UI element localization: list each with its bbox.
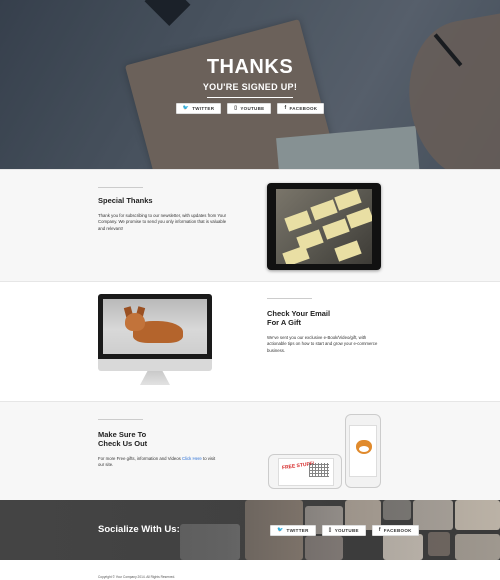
email-gift-title-line1: Check Your Email bbox=[267, 309, 331, 318]
facebook-icon: f bbox=[284, 105, 287, 111]
special-thanks-section: Special Thanks Thank you for subscribing… bbox=[0, 169, 500, 281]
social-buttons: 🐦 TWITTER ▯ YOUTUBE f FACEBOOK bbox=[270, 525, 419, 536]
check-us-out-title: Make Sure To Check Us Out bbox=[98, 430, 218, 448]
email-gift-title: Check Your Email For A Gift bbox=[267, 309, 387, 327]
check-us-out-text: For more Free gifts, information and Vid… bbox=[98, 456, 216, 468]
social-youtube-button[interactable]: ▯ YOUTUBE bbox=[321, 525, 366, 536]
hero-facebook-label: FACEBOOK bbox=[289, 106, 318, 111]
imac-image bbox=[98, 294, 212, 387]
social-twitter-button[interactable]: 🐦 TWITTER bbox=[270, 525, 316, 536]
hero-title: THANKS bbox=[206, 56, 294, 78]
email-gift-text: We've sent you our exclusive e-Book/Vide… bbox=[267, 335, 378, 353]
thank-you-page: THANKS YOU'RE SIGNED UP! 🐦 TWITTER ▯ YOU… bbox=[0, 0, 500, 580]
check-us-out-section: Make Sure To Check Us Out For more Free … bbox=[0, 401, 500, 500]
dog-image bbox=[125, 313, 145, 331]
click-here-link[interactable]: Click Here bbox=[182, 456, 202, 461]
youtube-icon: ▯ bbox=[328, 527, 332, 533]
apple-logo-icon bbox=[98, 359, 212, 371]
social-facebook-button[interactable]: f FACEBOOK bbox=[371, 525, 419, 536]
hero-subtitle: YOU'RE SIGNED UP! bbox=[202, 82, 298, 92]
section-rule bbox=[98, 419, 143, 420]
youtube-icon: ▯ bbox=[234, 105, 238, 111]
special-thanks-text: Thank you for subscribing to our newslet… bbox=[98, 213, 227, 231]
hero-twitter-button[interactable]: 🐦 TWITTER bbox=[175, 103, 222, 114]
hero-divider bbox=[207, 97, 293, 98]
check-us-out-title-line2: Check Us Out bbox=[98, 439, 148, 448]
hero-youtube-button[interactable]: ▯ YOUTUBE bbox=[227, 103, 272, 114]
section-rule bbox=[98, 187, 143, 188]
phone-landscape-image: FREE STUFF! bbox=[268, 454, 342, 489]
check-us-out-title-line1: Make Sure To bbox=[98, 430, 147, 439]
socialize-title: Socialize With Us: bbox=[98, 524, 180, 535]
hero-content: THANKS YOU'RE SIGNED UP! 🐦 TWITTER ▯ YOU… bbox=[0, 56, 500, 114]
hero-twitter-label: TWITTER bbox=[192, 106, 215, 111]
footer: Copyright © Your Company 2014. All Right… bbox=[0, 560, 500, 580]
special-thanks-title: Special Thanks bbox=[98, 196, 153, 205]
phone-portrait-image bbox=[345, 414, 381, 488]
twitter-icon: 🐦 bbox=[277, 527, 284, 533]
socialize-section: Socialize With Us: 🐦 TWITTER ▯ YOUTUBE f… bbox=[0, 500, 500, 560]
hero-youtube-label: YOUTUBE bbox=[240, 106, 265, 111]
social-twitter-label: TWITTER bbox=[286, 528, 309, 533]
email-gift-section: Check Your Email For A Gift We've sent y… bbox=[0, 281, 500, 401]
twitter-icon: 🐦 bbox=[182, 105, 190, 111]
hero-social-buttons: 🐦 TWITTER ▯ YOUTUBE f FACEBOOK bbox=[0, 103, 500, 114]
section-rule bbox=[267, 298, 312, 299]
tablet-image bbox=[267, 183, 381, 270]
hero-facebook-button[interactable]: f FACEBOOK bbox=[277, 103, 325, 114]
email-gift-title-line2: For A Gift bbox=[267, 318, 302, 327]
copyright-text: Copyright © Your Company 2014. All Right… bbox=[98, 575, 176, 579]
facebook-icon: f bbox=[378, 527, 381, 533]
social-youtube-label: YOUTUBE bbox=[334, 528, 359, 533]
social-facebook-label: FACEBOOK bbox=[383, 528, 412, 533]
hero-banner: THANKS YOU'RE SIGNED UP! 🐦 TWITTER ▯ YOU… bbox=[0, 0, 500, 169]
